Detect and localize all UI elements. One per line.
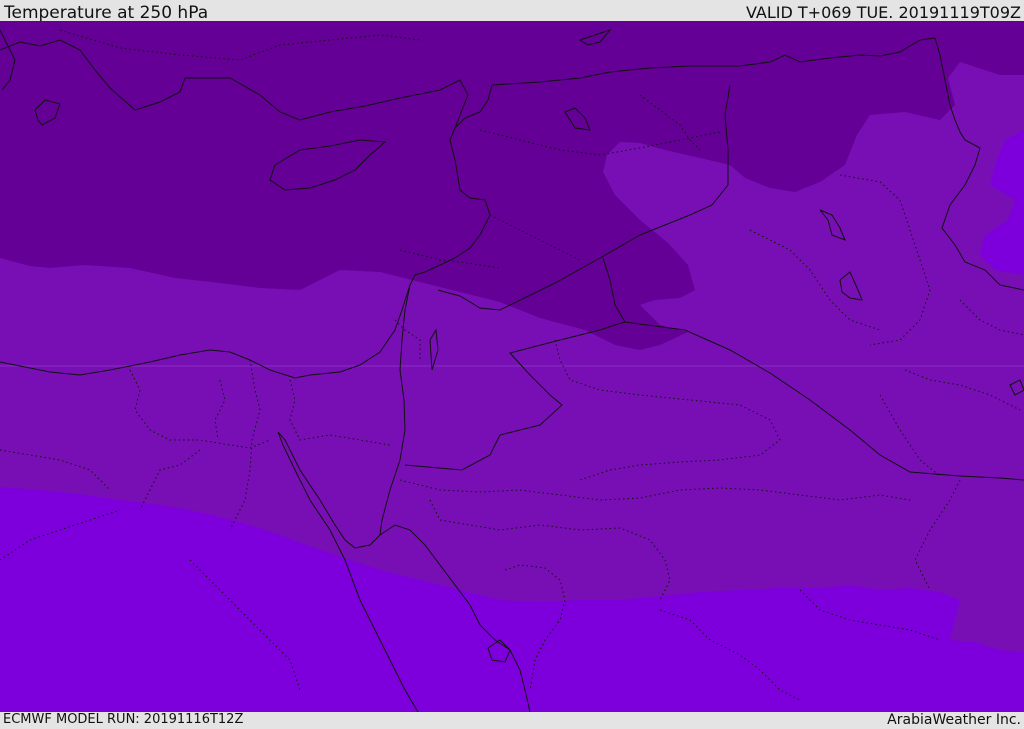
temperature-map[interactable] [0, 21, 1024, 712]
valid-time: VALID T+069 TUE. 20191119T09Z [745, 3, 1021, 22]
map-title: Temperature at 250 hPa [4, 3, 209, 23]
model-run-label: ECMWF MODEL RUN: 20191116T12Z [3, 712, 244, 727]
credit-label: ArabiaWeather Inc. [887, 712, 1021, 728]
